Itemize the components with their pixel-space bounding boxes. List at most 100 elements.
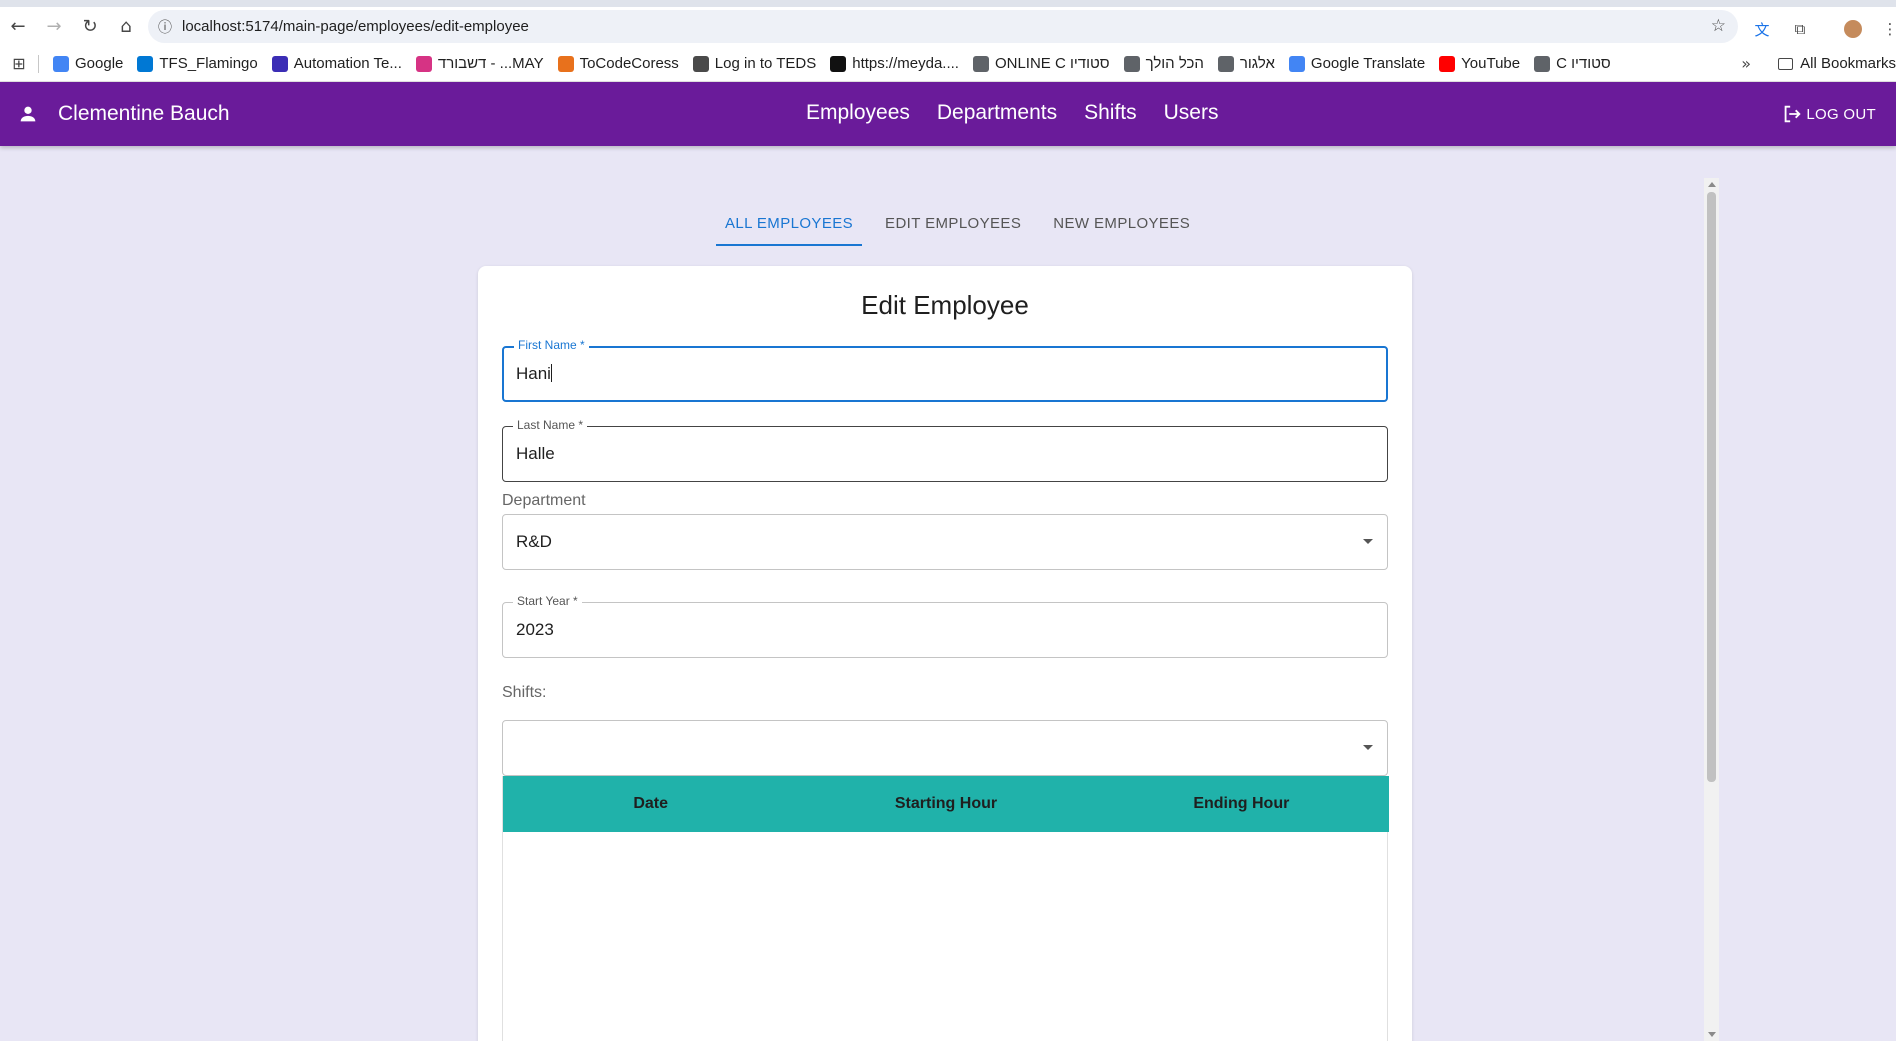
bookmark-item[interactable]: Automation Te... bbox=[271, 55, 402, 72]
bookmark-item[interactable]: TFS_Flamingo bbox=[137, 55, 258, 72]
home-icon[interactable]: ⌂ bbox=[108, 9, 144, 45]
globe-icon bbox=[1123, 55, 1140, 72]
azure-devops-icon bbox=[137, 55, 154, 72]
folder-icon bbox=[1778, 57, 1794, 70]
shifts-table: Date Starting Hour Ending Hour bbox=[502, 776, 1389, 1041]
profile-avatar-icon[interactable] bbox=[1843, 20, 1863, 38]
form-title: Edit Employee bbox=[861, 290, 1029, 320]
p-logo-icon bbox=[271, 55, 288, 72]
tab-all-employees[interactable]: ALL EMPLOYEES bbox=[716, 200, 863, 246]
globe-icon bbox=[1217, 55, 1234, 72]
more-bookmarks-icon[interactable]: » bbox=[1741, 54, 1751, 73]
bookmark-label: https://meyda.... bbox=[852, 55, 959, 72]
bookmark-item[interactable]: ToCodeCoress bbox=[557, 55, 679, 72]
logout-label: LOG OUT bbox=[1806, 105, 1876, 123]
youtube-icon bbox=[1439, 55, 1456, 72]
logout-icon bbox=[1785, 105, 1802, 123]
tab-edit-employees[interactable]: EDIT EMPLOYEES bbox=[876, 200, 1030, 246]
url-text[interactable]: localhost:5174/main-page/employees/edit-… bbox=[182, 18, 529, 35]
first-name-label: First Name * bbox=[514, 338, 589, 352]
google-icon bbox=[53, 55, 69, 72]
bookmark-label: ONLINE C סטודיו bbox=[994, 55, 1110, 72]
person-icon bbox=[20, 106, 36, 122]
table-header-row: Date Starting Hour Ending Hour bbox=[503, 776, 1389, 832]
all-bookmarks-label: All Bookmarks bbox=[1800, 55, 1896, 72]
last-name-field[interactable]: Last Name * Halle bbox=[502, 418, 1388, 482]
scroll-up-icon[interactable] bbox=[1708, 182, 1716, 187]
bookmark-item[interactable]: https://meyda.... bbox=[830, 55, 959, 72]
bookmark-list: Google TFS_Flamingo Automation Te... דשבורד… bbox=[53, 55, 1625, 72]
last-name-label: Last Name * bbox=[513, 418, 588, 432]
bookmark-label: הכל הולך bbox=[1145, 55, 1204, 72]
teds-icon bbox=[692, 55, 709, 72]
back-icon[interactable]: ← bbox=[0, 9, 36, 45]
page-scrollbar[interactable] bbox=[1704, 178, 1719, 1041]
bookmark-label: אלגור bbox=[1239, 55, 1275, 72]
apps-grid-icon[interactable]: ⊞ bbox=[0, 54, 38, 73]
nav-users[interactable]: Users bbox=[1164, 101, 1219, 125]
browser-toolbar: ← → ↻ ⌂ ⓘ localhost:5174/main-page/emplo… bbox=[0, 7, 1896, 46]
bookmark-label: C סטודיו bbox=[1556, 55, 1611, 72]
nav-departments[interactable]: Departments bbox=[937, 101, 1057, 125]
browser-tab-strip bbox=[0, 0, 1896, 7]
bookmark-label: YouTube bbox=[1461, 55, 1521, 72]
bookmark-item[interactable]: הכל הולך bbox=[1123, 55, 1204, 72]
heart-logo-icon bbox=[415, 55, 432, 72]
chevron-down-icon bbox=[1363, 539, 1373, 544]
start-year-value[interactable]: 2023 bbox=[516, 620, 554, 640]
reload-icon[interactable]: ↻ bbox=[72, 9, 108, 45]
main-nav: Employees Departments Shifts Users bbox=[806, 101, 1245, 125]
shifts-label: Shifts: bbox=[502, 684, 547, 701]
all-bookmarks-button[interactable]: All Bookmarks bbox=[1778, 55, 1896, 72]
bookmark-label: Google Translate bbox=[1310, 55, 1426, 72]
globe-icon bbox=[1534, 55, 1551, 72]
shifts-select[interactable] bbox=[502, 720, 1388, 776]
chevron-down-icon bbox=[1363, 745, 1373, 750]
nav-employees[interactable]: Employees bbox=[806, 101, 910, 125]
start-year-field[interactable]: Start Year * 2023 bbox=[502, 594, 1388, 658]
start-year-label: Start Year * bbox=[513, 594, 582, 608]
bookmark-item[interactable]: דשבורד - ...MAY bbox=[415, 55, 544, 72]
bookmark-label: דשבורד - ...MAY bbox=[437, 55, 544, 72]
bookmark-item[interactable]: C סטודיו bbox=[1534, 55, 1611, 72]
first-name-field[interactable]: First Name * Hani bbox=[502, 338, 1388, 402]
bookmark-item[interactable]: אלגור bbox=[1217, 55, 1275, 72]
bookmarks-bar: ⊞ Google TFS_Flamingo Automation Te... דשבו… bbox=[0, 46, 1896, 82]
translate-extension-icon[interactable]: 文 bbox=[1752, 20, 1772, 39]
bookmark-star-icon[interactable]: ☆ bbox=[1711, 16, 1726, 36]
bookmark-item[interactable]: YouTube bbox=[1439, 55, 1520, 72]
scrollbar-thumb[interactable] bbox=[1707, 192, 1716, 782]
current-user-name: Clementine Bauch bbox=[58, 102, 230, 125]
tocode-icon bbox=[557, 55, 574, 72]
globe-icon bbox=[972, 55, 989, 72]
bookmark-label: ToCodeCoress bbox=[579, 55, 679, 72]
scroll-down-icon[interactable] bbox=[1708, 1032, 1716, 1037]
employee-tabs: ALL EMPLOYEES EDIT EMPLOYEES NEW EMPLOYE… bbox=[716, 200, 1213, 246]
bookmark-item[interactable]: ONLINE C סטודיו bbox=[972, 55, 1110, 72]
bookmark-item[interactable]: Google bbox=[53, 55, 123, 72]
address-bar[interactable]: ⓘ localhost:5174/main-page/employees/edi… bbox=[148, 10, 1738, 43]
department-value: R&D bbox=[516, 532, 552, 551]
last-name-value[interactable]: Halle bbox=[516, 444, 555, 464]
department-select[interactable]: R&D bbox=[502, 514, 1388, 570]
bookmark-label: TFS_Flamingo bbox=[159, 55, 258, 72]
bookmarks-divider bbox=[38, 54, 39, 73]
column-header-starting-hour: Starting Hour bbox=[894, 795, 998, 812]
app-header: Clementine Bauch Employees Departments S… bbox=[0, 82, 1896, 146]
bookmark-label: Automation Te... bbox=[293, 55, 402, 72]
browser-menu-icon[interactable]: ⋮ bbox=[1880, 20, 1896, 38]
edit-employee-card: Edit Employee First Name * Hani Last Nam… bbox=[478, 266, 1412, 1041]
first-name-value[interactable]: Hani bbox=[516, 364, 551, 383]
meyda-icon bbox=[830, 55, 847, 72]
bookmark-item[interactable]: Google Translate bbox=[1288, 55, 1426, 72]
extensions-puzzle-icon[interactable]: ⧉ bbox=[1790, 20, 1810, 38]
tab-new-employees[interactable]: NEW EMPLOYEES bbox=[1044, 200, 1199, 246]
site-info-icon[interactable]: ⓘ bbox=[148, 17, 182, 37]
translate-icon bbox=[1288, 55, 1305, 72]
logout-button[interactable]: LOG OUT bbox=[1781, 103, 1876, 125]
bookmark-item[interactable]: Log in to TEDS bbox=[692, 55, 816, 72]
nav-shifts[interactable]: Shifts bbox=[1084, 101, 1137, 125]
column-header-ending-hour: Ending Hour bbox=[1193, 795, 1290, 812]
forward-icon[interactable]: → bbox=[36, 9, 72, 45]
bookmark-label: Google bbox=[75, 55, 124, 72]
